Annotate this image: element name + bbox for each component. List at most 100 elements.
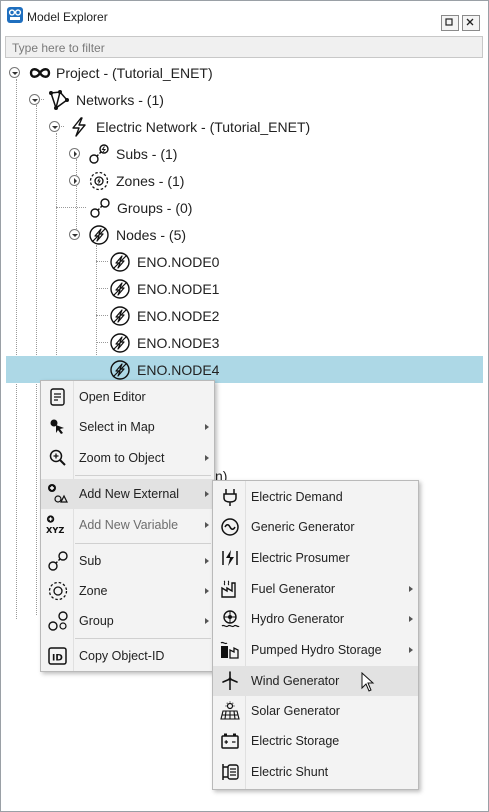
zoom-icon [47, 447, 69, 469]
tree-label: Zones - (1) [116, 172, 185, 189]
tree-label: Subs - (1) [116, 145, 178, 162]
tree-item-nodes[interactable]: Nodes - (5) [69, 221, 186, 248]
submenu-item-electric-storage[interactable]: Electric Storage [213, 726, 418, 756]
node-icon [109, 359, 131, 381]
tree-label: ENO.NODE0 [137, 253, 220, 270]
submenu-item-wind-generator[interactable]: Wind Generator [213, 666, 418, 696]
title-bar: Model Explorer [1, 1, 488, 35]
menu-item-zone[interactable]: Zone [41, 576, 214, 606]
tree-item-node[interactable]: ENO.NODE1 [109, 275, 219, 302]
pumped-hydro-icon [219, 639, 241, 661]
solar-panel-icon [219, 700, 241, 722]
generator-icon [219, 516, 241, 538]
submenu-arrow-icon [205, 455, 209, 461]
submenu-item-fuel-generator[interactable]: Fuel Generator [213, 574, 418, 604]
tree-item-node[interactable]: ENO.NODE2 [109, 302, 219, 329]
node-icon [88, 224, 110, 246]
wind-turbine-icon [219, 670, 241, 692]
tree-item-subs[interactable]: Subs - (1) [69, 140, 177, 167]
tree-item-node-selected[interactable]: ENO.NODE4 [6, 356, 483, 383]
submenu-arrow-icon [409, 616, 413, 622]
submenu-arrow-icon [205, 522, 209, 528]
mouse-cursor-icon [361, 672, 375, 692]
tree-label: ENO.NODE3 [137, 334, 220, 351]
menu-item-group[interactable]: Group [41, 606, 214, 636]
group-icon [47, 610, 69, 632]
expand-toggle[interactable] [69, 229, 80, 240]
zone-icon [47, 580, 69, 602]
submenu-arrow-icon [205, 558, 209, 564]
context-menu: Open Editor Select in Map Zoom to Object… [40, 380, 215, 672]
submenu-arrow-icon [205, 588, 209, 594]
close-button[interactable] [462, 15, 480, 31]
tree-item-zones[interactable]: Zones - (1) [69, 167, 184, 194]
tree-item-networks[interactable]: Networks - (1) [29, 86, 164, 113]
tree-item-node[interactable]: ENO.NODE3 [109, 329, 219, 356]
editor-icon [47, 386, 69, 408]
menu-item-add-new-external[interactable]: Add New External [41, 479, 214, 509]
factory-icon [219, 578, 241, 600]
submenu-item-electric-prosumer[interactable]: Electric Prosumer [213, 543, 418, 573]
id-icon: ID [47, 645, 69, 667]
collapse-toggle[interactable] [69, 175, 80, 186]
node-icon [109, 278, 131, 300]
tree-label: ENO.NODE4 [137, 361, 220, 378]
node-icon [109, 332, 131, 354]
svg-text:ID: ID [52, 654, 63, 664]
app-logo-icon [7, 7, 23, 23]
tree-item-node[interactable]: ENO.NODE0 [109, 248, 219, 275]
tree-item-project[interactable]: Project - (Tutorial_ENET) [9, 59, 213, 86]
prosumer-icon [219, 547, 241, 569]
sub-icon [47, 550, 69, 572]
menu-item-select-in-map[interactable]: Select in Map [41, 412, 214, 442]
expand-toggle[interactable] [9, 67, 20, 78]
tree-item-electric-network[interactable]: Electric Network - (Tutorial_ENET) [49, 113, 310, 140]
network-graph-icon [48, 89, 70, 111]
tree-label: Groups - (0) [117, 199, 193, 216]
submenu-item-hydro-generator[interactable]: Hydro Generator [213, 604, 418, 634]
sub-icon [88, 143, 110, 165]
tree-label: Networks - (1) [76, 91, 164, 108]
zone-icon [88, 170, 110, 192]
menu-item-zoom-to-object[interactable]: Zoom to Object [41, 443, 214, 473]
shunt-icon [219, 761, 241, 783]
turbine-icon [219, 608, 241, 630]
submenu-item-solar-generator[interactable]: Solar Generator [213, 696, 418, 726]
collapse-toggle[interactable] [69, 148, 80, 159]
expand-toggle[interactable] [49, 121, 60, 132]
submenu-item-electric-shunt[interactable]: Electric Shunt [213, 757, 418, 787]
add-external-icon [47, 483, 69, 505]
tree-label: Project - (Tutorial_ENET) [56, 64, 213, 81]
menu-item-open-editor[interactable]: Open Editor [41, 382, 214, 412]
maximize-button[interactable] [441, 15, 459, 31]
expand-toggle[interactable] [29, 94, 40, 105]
submenu-arrow-icon [409, 586, 413, 592]
tree-label: ENO.NODE1 [137, 280, 220, 297]
submenu-item-generic-generator[interactable]: Generic Generator [213, 512, 418, 542]
window-title: Model Explorer [27, 10, 108, 24]
plug-icon [219, 486, 241, 508]
group-icon [89, 197, 111, 219]
svg-text:XYZ: XYZ [46, 525, 64, 535]
cursor-select-icon [47, 416, 69, 438]
submenu-item-electric-demand[interactable]: Electric Demand [213, 482, 418, 512]
tree-item-groups[interactable]: Groups - (0) [89, 194, 192, 221]
submenu-arrow-icon [205, 618, 209, 624]
node-icon [109, 305, 131, 327]
submenu-arrow-icon [205, 491, 209, 497]
menu-item-add-new-variable[interactable]: XYZ Add New Variable [41, 510, 214, 540]
add-variable-icon: XYZ [46, 514, 68, 536]
tree-label: Nodes - (5) [116, 226, 187, 243]
node-icon [109, 251, 131, 273]
submenu-item-pumped-hydro-storage[interactable]: Pumped Hydro Storage [213, 635, 418, 665]
add-external-submenu: Electric Demand Generic Generator Electr… [212, 480, 419, 790]
battery-icon [219, 730, 241, 752]
infinity-icon [28, 62, 51, 84]
menu-item-sub[interactable]: Sub [41, 546, 214, 576]
tree-label: Electric Network - (Tutorial_ENET) [96, 118, 311, 135]
menu-item-copy-object-id[interactable]: ID Copy Object-ID [41, 641, 214, 671]
lightning-icon [68, 116, 90, 138]
submenu-arrow-icon [205, 424, 209, 430]
tree-label: ENO.NODE2 [137, 307, 220, 324]
filter-input[interactable]: Type here to filter [5, 36, 483, 58]
